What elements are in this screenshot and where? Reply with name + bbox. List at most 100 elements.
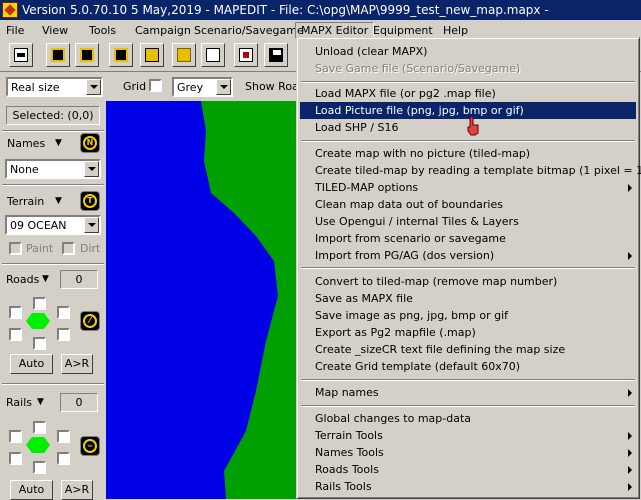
rail-direction-sw-checkbox[interactable] — [9, 452, 22, 465]
save-button[interactable] — [264, 43, 288, 67]
rail-hex-icon — [26, 437, 50, 453]
open-button[interactable] — [109, 43, 133, 67]
chevron-down-icon[interactable] — [86, 79, 101, 95]
menu-terrain-tools-label: Terrain Tools — [315, 429, 383, 442]
show-roads-label: Show Roa — [245, 80, 299, 93]
app-icon[interactable] — [2, 2, 18, 18]
hand-cursor-icon — [467, 116, 479, 136]
menu-clean-map-data[interactable]: Clean map data out of boundaries — [300, 196, 636, 213]
road-direction-sw-checkbox[interactable] — [9, 328, 22, 341]
submenu-arrow-icon — [628, 184, 632, 192]
road-direction-n-checkbox[interactable] — [33, 297, 46, 310]
rail-direction-ne-checkbox[interactable] — [57, 430, 70, 443]
left-panel: Selected: (0,0) Names ▼ N None Terrain ▼… — [0, 100, 106, 500]
grid-color-select[interactable]: Grey — [172, 77, 233, 97]
picture-button[interactable] — [234, 43, 258, 67]
map-canvas[interactable] — [106, 101, 296, 499]
rails-tool-icon[interactable]: ═ — [80, 436, 100, 456]
menu-create-sizecr-file[interactable]: Create _sizeCR text file defining the ma… — [300, 341, 636, 358]
menu-save-game-file: Save Game file (Scenario/Savegame) — [315, 62, 521, 75]
gui-button[interactable] — [201, 43, 225, 67]
xxx-unit-button[interactable] — [140, 43, 164, 67]
menu-unload-mapx[interactable]: Unload (clear MAPX) — [300, 43, 636, 60]
menu-load-mapx-file[interactable]: Load MAPX file (or pg2 .map file) — [300, 85, 636, 102]
menu-global-changes[interactable]: Global changes to map-data — [300, 410, 636, 427]
grid-map-alt-button[interactable] — [75, 43, 99, 67]
window-title: Version 5.0.70.10 5 May,2019 - MAPEDIT -… — [22, 3, 549, 17]
roads-dropdown-arrow-icon[interactable]: ▼ — [42, 272, 49, 286]
terrain-dropdown-arrow-icon[interactable]: ▼ — [55, 194, 62, 208]
grid-map-button[interactable] — [46, 43, 70, 67]
road-direction-nw-checkbox[interactable] — [9, 306, 22, 319]
submenu-arrow-icon — [628, 389, 632, 397]
folder-icon — [177, 48, 191, 62]
terrain-tool-icon[interactable]: T — [80, 191, 100, 211]
rails-a-to-r-button[interactable]: A>R — [61, 480, 93, 500]
map-terrain-image — [201, 101, 296, 499]
menu-create-map-no-picture[interactable]: Create map with no picture (tiled-map) — [300, 145, 636, 162]
dirt-label: Dirt — [80, 242, 101, 255]
gui-icon — [206, 48, 220, 62]
roads-auto-button[interactable]: Auto — [10, 354, 53, 374]
menu-rails-tools[interactable]: Rails Tools — [300, 478, 636, 495]
dirt-checkbox[interactable] — [62, 242, 75, 255]
roads-label: Roads — [6, 273, 40, 286]
menu-roads-tools[interactable]: Roads Tools — [300, 461, 636, 478]
names-value: None — [10, 163, 39, 176]
names-dropdown-arrow-icon[interactable]: ▼ — [55, 136, 62, 150]
menu-names-tools[interactable]: Names Tools — [300, 444, 636, 461]
menu-convert-to-tiled-map[interactable]: Convert to tiled-map (remove map number) — [300, 273, 636, 290]
submenu-arrow-icon — [628, 432, 632, 440]
rail-direction-nw-checkbox[interactable] — [9, 430, 22, 443]
grid-map-alt-icon — [80, 48, 94, 62]
roads-tool-icon[interactable]: ⁄ — [80, 311, 100, 331]
rails-label: Rails — [6, 396, 32, 409]
menu-create-grid-template[interactable]: Create Grid template (default 60x70) — [300, 358, 636, 375]
menu-export-pg2-mapfile[interactable]: Export as Pg2 mapfile (.map) — [300, 324, 636, 341]
rails-auto-button[interactable]: Auto — [10, 480, 53, 500]
menu-import-pg-ag-label: Import from PG/AG (dos version) — [315, 249, 495, 262]
menu-scenario-savegame[interactable]: Scenario/Savegame — [189, 22, 309, 39]
menu-import-pg-ag[interactable]: Import from PG/AG (dos version) — [300, 247, 636, 264]
menu-save-image[interactable]: Save image as png, jpg, bmp or gif — [300, 307, 636, 324]
road-direction-ne-checkbox[interactable] — [57, 306, 70, 319]
title-bar[interactable]: Version 5.0.70.10 5 May,2019 - MAPEDIT -… — [0, 0, 641, 20]
terrain-select[interactable]: 09 OCEAN — [5, 215, 101, 235]
paint-label: Paint — [26, 242, 54, 255]
menu-view[interactable]: View — [37, 22, 73, 39]
rails-dropdown-arrow-icon[interactable]: ▼ — [37, 395, 44, 409]
road-direction-se-checkbox[interactable] — [57, 328, 70, 341]
grid-color-value: Grey — [177, 81, 204, 94]
menu-separator — [301, 140, 635, 142]
menu-use-opengui-tiles[interactable]: Use Opengui / internal Tiles & Layers — [300, 213, 636, 230]
roads-a-to-r-button[interactable]: A>R — [61, 354, 93, 374]
paint-checkbox[interactable] — [9, 242, 22, 255]
selected-readout: Selected: (0,0) — [6, 106, 100, 125]
menu-create-tiled-map-template[interactable]: Create tiled-map by reading a template b… — [300, 162, 641, 179]
zoom-select[interactable]: Real size — [6, 77, 103, 97]
grid-label: Grid — [123, 80, 147, 93]
mapx-editor-menu: Unload (clear MAPX) Save Game file (Scen… — [296, 37, 641, 499]
menu-save-as-mapx[interactable]: Save as MAPX file — [300, 290, 636, 307]
rail-direction-s-checkbox[interactable] — [33, 461, 46, 474]
folder-button[interactable] — [172, 43, 196, 67]
menu-terrain-tools[interactable]: Terrain Tools — [300, 427, 636, 444]
menu-import-scenario[interactable]: Import from scenario or savegame — [300, 230, 636, 247]
rail-direction-se-checkbox[interactable] — [57, 452, 70, 465]
menu-campaign[interactable]: Campaign — [130, 22, 196, 39]
menu-tools[interactable]: Tools — [84, 22, 121, 39]
menu-separator — [301, 81, 635, 83]
exit-button[interactable] — [9, 43, 33, 67]
chevron-down-icon[interactable] — [84, 161, 99, 177]
menu-names-tools-label: Names Tools — [315, 446, 384, 459]
rail-direction-n-checkbox[interactable] — [33, 421, 46, 434]
menu-map-names[interactable]: Map names — [300, 384, 636, 401]
grid-checkbox[interactable] — [149, 79, 162, 92]
road-direction-s-checkbox[interactable] — [33, 337, 46, 350]
names-select[interactable]: None — [5, 159, 101, 179]
chevron-down-icon[interactable] — [216, 79, 231, 95]
chevron-down-icon[interactable] — [84, 217, 99, 233]
names-tool-icon[interactable]: N — [80, 133, 100, 153]
menu-file[interactable]: File — [1, 22, 29, 39]
menu-tiled-map-options[interactable]: TILED-MAP options — [300, 179, 636, 196]
